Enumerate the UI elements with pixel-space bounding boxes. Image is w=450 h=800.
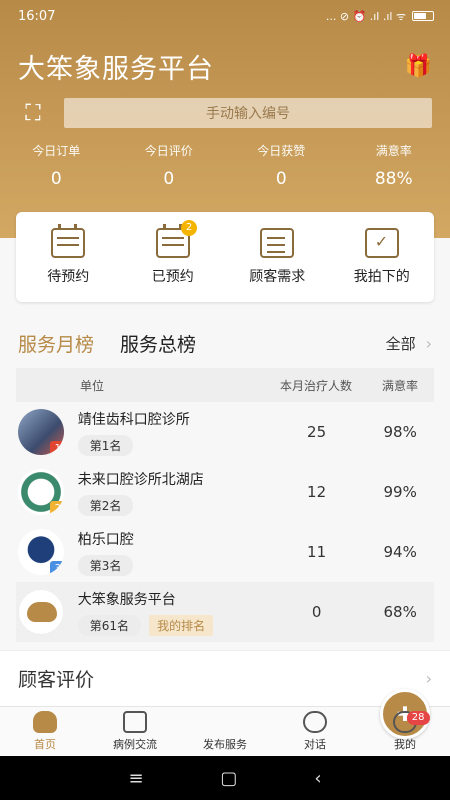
- home-icon[interactable]: ▢: [220, 768, 237, 789]
- booked-appointment-button[interactable]: 2 已预约: [121, 212, 226, 302]
- table-row[interactable]: 1 靖佳齿科口腔诊所 第1名 25 98%: [16, 402, 434, 462]
- chevron-right-icon: ›: [425, 669, 432, 688]
- status-bar: 16:07 ... ⊘ ⏰ .ıl .ıl ᯤ: [0, 0, 450, 32]
- pending-appointment-button[interactable]: 待预约: [16, 212, 121, 302]
- menu-icon[interactable]: ≡: [128, 768, 143, 789]
- treatment-count: 11: [307, 543, 327, 561]
- quick-actions: 待预约 2 已预约 顾客需求 我拍下的: [16, 212, 434, 302]
- page-title: 大笨象服务平台: [18, 53, 214, 85]
- satisfaction-rate: 98%: [383, 423, 417, 441]
- tab-monthly-ranking[interactable]: 服务月榜: [18, 330, 94, 357]
- satisfaction-rate: 68%: [383, 603, 417, 621]
- status-time: 16:07: [18, 8, 56, 24]
- clinic-logo: 1: [18, 409, 64, 455]
- tab-case-exchange[interactable]: 病例交流: [90, 707, 180, 756]
- tab-total-ranking[interactable]: 服务总榜: [120, 330, 196, 357]
- rank-badge: 第2名: [77, 494, 134, 516]
- ranking-table: 单位 本月治疗人数 满意率 1 靖佳齿科口腔诊所 第1名 25 98% 2 未来…: [16, 368, 434, 642]
- title-row: 大笨象服务平台 🎁: [0, 32, 450, 90]
- customer-request-button[interactable]: 顾客需求: [225, 212, 330, 302]
- elephant-home-icon: [33, 711, 57, 733]
- treatment-count: 12: [307, 483, 327, 501]
- tab-publish-service[interactable]: ✚ 发布服务: [180, 689, 430, 756]
- my-orders-button[interactable]: 我拍下的: [330, 212, 435, 302]
- rank-medal-icon: 3: [49, 561, 64, 575]
- table-header: 单位 本月治疗人数 满意率: [16, 368, 434, 402]
- code-input[interactable]: 手动输入编号: [64, 98, 432, 128]
- bottom-tab-bar: 首页 病例交流 ✚ 发布服务 对话 28 我的: [0, 689, 450, 756]
- clinic-name: 靖佳齿科口腔诊所: [77, 411, 190, 428]
- satisfaction-rate: 94%: [383, 543, 417, 561]
- chat-bubble-icon: [303, 711, 327, 733]
- back-icon[interactable]: ‹: [314, 768, 321, 789]
- my-ranking-row[interactable]: 大笨象服务平台 第61名 我的排名 0 68%: [16, 582, 434, 642]
- header: 16:07 ... ⊘ ⏰ .ıl .ıl ᯤ 大笨象服务平台 🎁 ⛶ 手动输入…: [0, 0, 450, 238]
- chevron-right-icon: ›: [425, 334, 432, 353]
- app-screen: 16:07 ... ⊘ ⏰ .ıl .ıl ᯤ 大笨象服务平台 🎁 ⛶ 手动输入…: [0, 0, 450, 800]
- tab-chat[interactable]: 对话: [270, 707, 360, 756]
- clinic-name: 大笨象服务平台: [77, 591, 176, 608]
- today-stats: 今日订单 0 今日评价 0 今日获赞 0 满意率 88%: [0, 128, 450, 189]
- gift-icon[interactable]: 🎁: [405, 54, 432, 79]
- elephant-logo-icon: [18, 589, 64, 635]
- section-title: 顾客评价: [18, 669, 95, 691]
- rank-medal-icon: 1: [49, 441, 64, 455]
- photo-check-icon: [364, 228, 399, 258]
- scan-icon[interactable]: ⛶: [18, 98, 48, 128]
- tab-me[interactable]: 28 我的: [360, 707, 450, 756]
- table-row[interactable]: 3 柏乐口腔 第3名 11 94%: [16, 522, 434, 582]
- treatment-count: 25: [307, 423, 327, 441]
- rank-badge: 第61名: [77, 614, 142, 636]
- stat-orders: 今日订单 0: [32, 144, 81, 189]
- tab-home[interactable]: 首页: [0, 707, 90, 756]
- clinic-name: 柏乐口腔: [77, 531, 134, 548]
- rank-badge: 第3名: [77, 554, 134, 576]
- stat-satisfaction: 满意率 88%: [374, 144, 413, 189]
- battery-icon: [412, 11, 434, 21]
- system-nav-bar: ≡ ▢ ‹: [0, 756, 450, 800]
- clinic-name: 未来口腔诊所北湖店: [77, 471, 204, 488]
- request-icon: [260, 228, 295, 258]
- unread-badge: 28: [406, 711, 430, 725]
- document-plus-icon: [123, 711, 147, 733]
- rank-badge: 第1名: [77, 434, 134, 456]
- treatment-count: 0: [311, 603, 322, 621]
- my-rank-tag: 我的排名: [149, 614, 214, 636]
- table-row[interactable]: 2 未来口腔诊所北湖店 第2名 12 99%: [16, 462, 434, 522]
- clinic-logo: 2: [18, 469, 64, 515]
- customer-reviews-row[interactable]: 顾客评价 ›: [0, 650, 450, 706]
- see-all-link[interactable]: 全部 ›: [386, 333, 432, 354]
- status-indicators: ... ⊘ ⏰ .ıl .ıl ᯤ: [326, 9, 434, 24]
- ranking-tabs: 服务月榜 服务总榜 全部 ›: [18, 330, 432, 357]
- calendar-edit-icon: [51, 224, 86, 258]
- stat-reviews: 今日评价 0: [144, 144, 193, 189]
- stat-likes: 今日获赞 0: [257, 144, 306, 189]
- search-row: ⛶ 手动输入编号: [0, 90, 450, 128]
- rank-medal-icon: 2: [49, 501, 64, 515]
- booked-count-badge: 2: [181, 220, 198, 236]
- satisfaction-rate: 99%: [383, 483, 417, 501]
- clinic-logo: 3: [18, 529, 64, 575]
